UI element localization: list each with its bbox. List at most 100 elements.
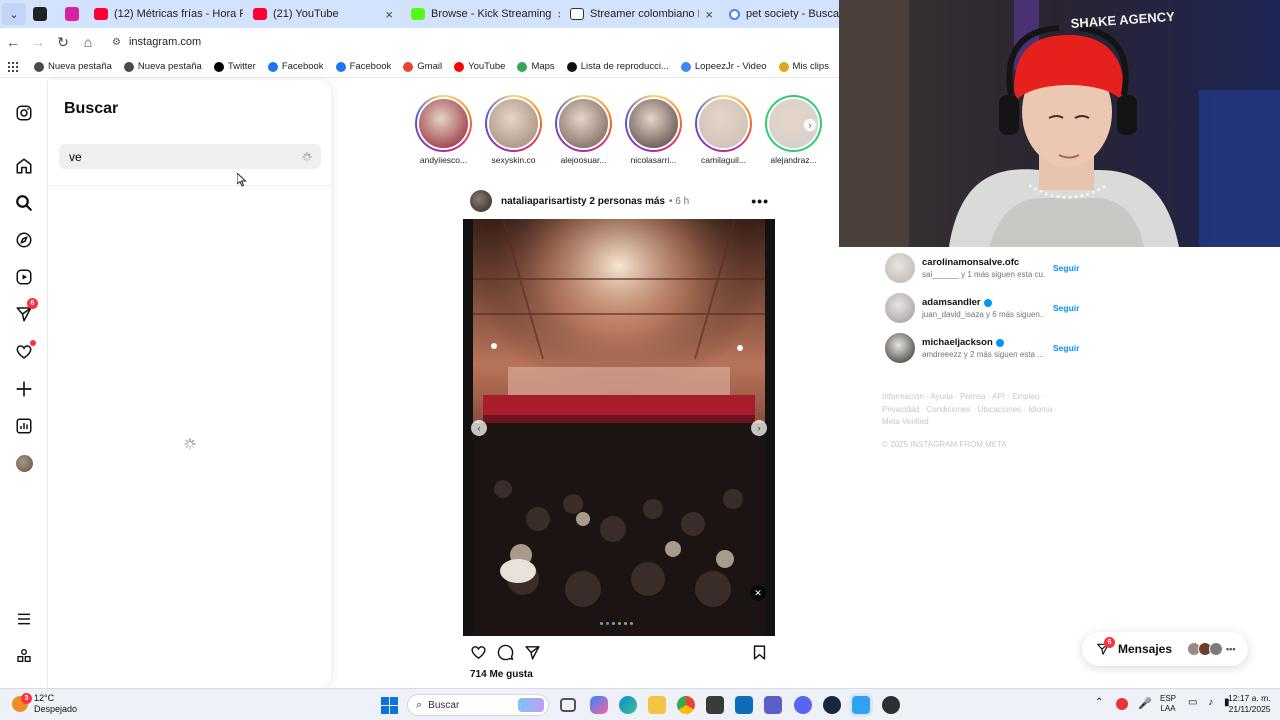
share-icon[interactable]: [524, 644, 541, 661]
explore-icon[interactable]: [12, 228, 36, 252]
bookmark-item[interactable]: Mis clips: [778, 61, 829, 72]
post-author-avatar[interactable]: [470, 190, 492, 212]
story-avatar: [487, 97, 540, 150]
post-photo[interactable]: [463, 219, 775, 636]
teams-icon[interactable]: [764, 696, 782, 714]
bookmark-item[interactable]: LopeezJr - Video: [680, 61, 767, 72]
task-view-icon[interactable]: [560, 698, 576, 712]
story-item[interactable]: andyiiesco...: [414, 95, 473, 167]
clock[interactable]: 12:17 a. m. 21/11/2025: [1228, 693, 1271, 715]
bookmark-item[interactable]: Facebook: [267, 61, 324, 72]
obs-icon[interactable]: [882, 696, 900, 714]
bookmark-item[interactable]: Nueva pestaña: [123, 61, 202, 72]
comment-icon[interactable]: [497, 644, 514, 661]
back-icon[interactable]: ←: [1, 30, 25, 54]
network-volume-battery-icons[interactable]: ▭ ♪ ▮: [1188, 697, 1234, 708]
close-tab-icon[interactable]: ×: [385, 7, 393, 22]
site-info-icon[interactable]: ⚙: [112, 37, 121, 48]
home-icon[interactable]: [12, 154, 36, 178]
reload-icon[interactable]: ↻: [51, 30, 75, 54]
profile-avatar[interactable]: [12, 451, 36, 475]
close-tab-icon[interactable]: ×: [557, 7, 560, 22]
suggestion-username[interactable]: carolinamonsalve.ofc: [922, 257, 1045, 268]
story-item[interactable]: camilaguil...: [694, 95, 753, 167]
create-plus-icon[interactable]: [12, 377, 36, 401]
windows-start-icon[interactable]: [381, 697, 398, 714]
microphone-icon[interactable]: 🎤: [1138, 697, 1152, 710]
bookmark-item[interactable]: Gmail: [403, 61, 442, 72]
dashboard-icon[interactable]: [12, 414, 36, 438]
likes-count[interactable]: 714 Me gusta: [470, 669, 533, 680]
suggestion-avatar[interactable]: [885, 333, 915, 363]
suggestion-username[interactable]: adamsandler: [922, 297, 1045, 308]
menu-icon[interactable]: [12, 607, 36, 631]
steam-icon[interactable]: [823, 696, 841, 714]
copilot-icon[interactable]: [590, 696, 608, 714]
search-input[interactable]: [69, 149, 269, 164]
pinned-tab-2[interactable]: [65, 7, 79, 21]
pinned-tab-1[interactable]: [33, 7, 47, 21]
results-loading-spinner-icon: [184, 438, 196, 450]
story-item[interactable]: alejoosuar...: [554, 95, 613, 167]
bookmark-item[interactable]: Facebook: [335, 61, 391, 72]
suggestion-username[interactable]: michaeljackson: [922, 337, 1045, 348]
more-options-icon[interactable]: •••: [751, 193, 769, 209]
mail-icon[interactable]: [735, 696, 753, 714]
story-item[interactable]: sexyskin.co: [484, 95, 543, 167]
edge-icon[interactable]: [619, 696, 637, 714]
reels-icon[interactable]: [12, 265, 36, 289]
store-icon[interactable]: [706, 696, 724, 714]
tab-search-dropdown-icon[interactable]: ⌄: [2, 3, 26, 25]
tab-kick[interactable]: Browse - Kick Streaming ×: [405, 3, 560, 25]
weather-widget[interactable]: 3 12°C Despejado: [12, 693, 77, 715]
messages-badge: 6: [1104, 637, 1115, 648]
tab-metricas[interactable]: (12) Métricas frías - Hora Pi 🔊 ×: [88, 3, 243, 25]
bookmark-item[interactable]: Nueva pestaña: [34, 61, 112, 72]
taskbar-search[interactable]: ⌕ Buscar: [407, 694, 549, 716]
bookmark-item[interactable]: Twitter: [213, 61, 256, 72]
like-icon[interactable]: [470, 644, 487, 661]
also-from-meta-icon[interactable]: [12, 644, 36, 668]
suggestion-avatar[interactable]: [885, 293, 915, 323]
apps-grid-icon[interactable]: [8, 61, 18, 72]
discord-icon[interactable]: [794, 696, 812, 714]
save-bookmark-icon[interactable]: [751, 644, 768, 661]
footer-links[interactable]: Información · Ayuda · Prensa · API · Emp…: [882, 391, 1062, 429]
search-icon[interactable]: [12, 191, 36, 215]
messages-button[interactable]: 6 Mensajes •••: [1082, 632, 1248, 666]
home-icon[interactable]: ⌂: [76, 30, 100, 54]
notifications-heart-icon[interactable]: [12, 340, 36, 364]
forward-icon[interactable]: →: [26, 30, 50, 54]
direct-messages-icon[interactable]: 6: [12, 298, 38, 326]
bookmark-item[interactable]: Lista de reproducci...: [566, 61, 669, 72]
next-image-icon[interactable]: ›: [751, 420, 767, 436]
follow-button[interactable]: Seguir: [1053, 343, 1079, 353]
suggestion-avatar[interactable]: [885, 253, 915, 283]
close-tab-icon[interactable]: ×: [705, 7, 713, 22]
url-field[interactable]: ⚙ instagram.com: [112, 36, 201, 48]
follow-button[interactable]: Seguir: [1053, 303, 1079, 313]
previous-image-icon[interactable]: ‹: [471, 420, 487, 436]
language-indicator[interactable]: ESP LAA: [1160, 694, 1176, 714]
bookmark-item[interactable]: YouTube: [454, 61, 505, 72]
tray-app-icon[interactable]: [1116, 698, 1128, 710]
audio-muted-icon[interactable]: ✕: [750, 585, 766, 601]
story-item[interactable]: alejandraz...: [764, 95, 823, 167]
show-hidden-icons[interactable]: ⌃: [1095, 697, 1103, 708]
stories-next-icon[interactable]: ›: [803, 118, 817, 132]
tab-google-search[interactable]: pet society - Buscar con Go: [723, 3, 839, 25]
search-input-box[interactable]: [59, 144, 321, 169]
chrome-icon[interactable]: [677, 696, 695, 714]
streamer-webcam-image: SHAKE AGENCY: [839, 0, 1280, 247]
story-item[interactable]: nicolasarri...: [624, 95, 683, 167]
active-app-icon[interactable]: [852, 696, 870, 714]
file-explorer-icon[interactable]: [648, 696, 666, 714]
tab-streamer[interactable]: Streamer colombiano LopeezJr ×: [564, 3, 719, 25]
bookmark-item[interactable]: Maps: [517, 61, 555, 72]
new-activity-dot: [30, 340, 36, 346]
post-coauthors[interactable]: y 2 personas más: [581, 196, 665, 207]
follow-button[interactable]: Seguir: [1053, 263, 1079, 273]
post-author[interactable]: nataliaparisartist: [501, 196, 581, 207]
instagram-logo-icon[interactable]: [12, 101, 36, 125]
tab-youtube[interactable]: (21) YouTube ×: [247, 3, 399, 25]
